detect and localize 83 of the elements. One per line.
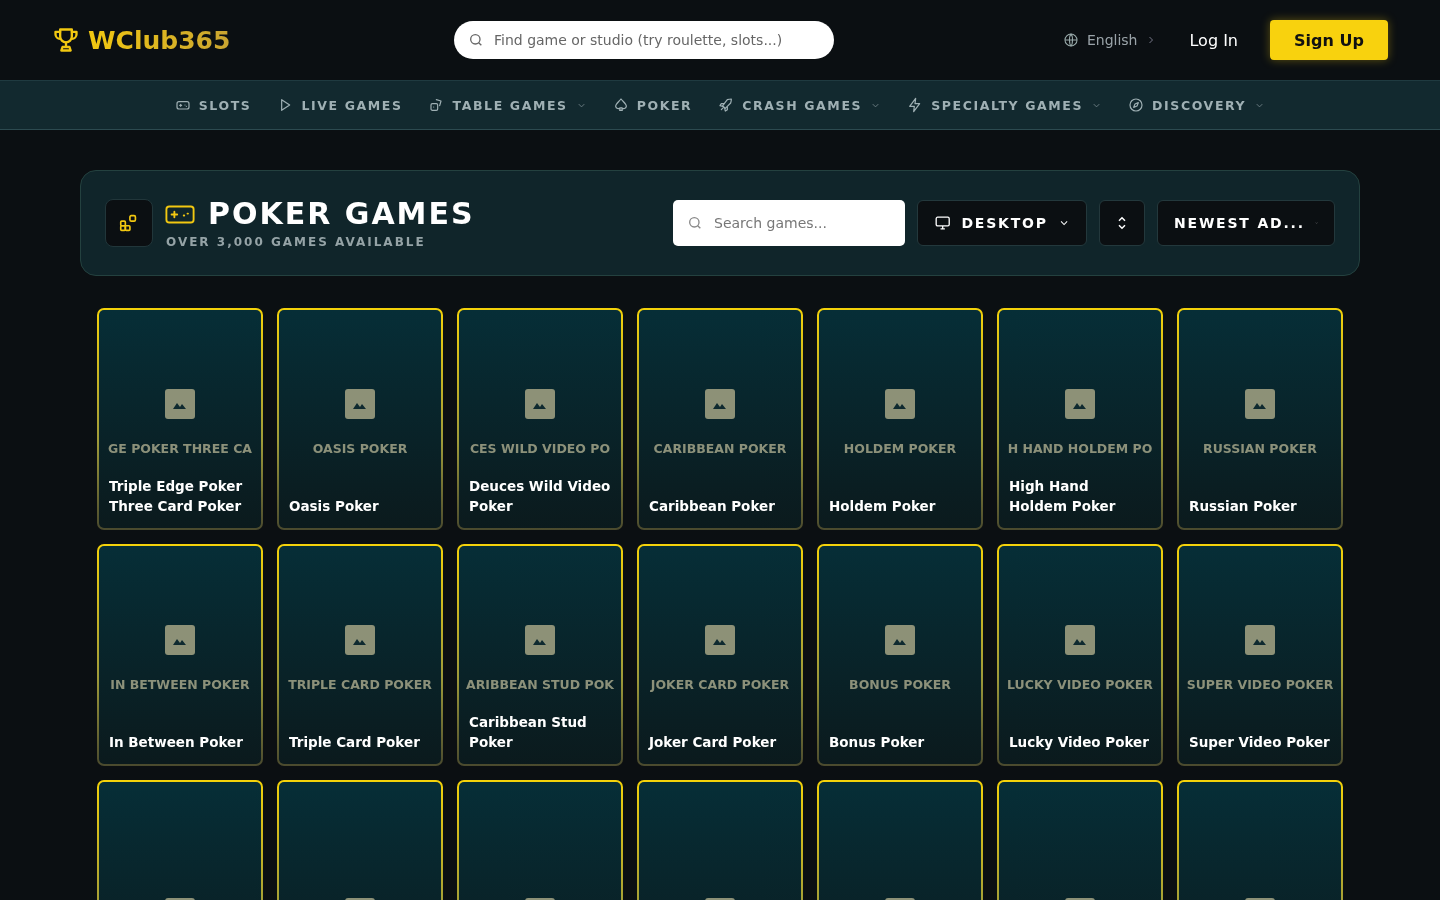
game-card[interactable]: CES WILD VIDEO PO Deuces Wild Video Poker xyxy=(457,308,623,530)
image-placeholder-icon xyxy=(1245,389,1275,419)
search-icon xyxy=(468,32,484,48)
game-card[interactable]: H HAND HOLDEM PO High Hand Holdem Poker xyxy=(997,308,1163,530)
nav-item[interactable]: POKER xyxy=(612,97,693,113)
game-card[interactable]: RUSSIAN POKER Russian Poker xyxy=(1177,308,1343,530)
nav-item[interactable]: LIVE GAMES xyxy=(277,97,403,113)
image-placeholder-icon xyxy=(345,625,375,655)
sort-dropdown[interactable]: NEWEST AD... xyxy=(1157,200,1335,246)
page-title: POKER GAMES xyxy=(208,197,475,231)
game-card[interactable]: OASIS POKER Oasis Poker xyxy=(277,308,443,530)
game-title: Joker Card Poker xyxy=(647,733,778,752)
image-placeholder-icon xyxy=(165,389,195,419)
game-title: Russian Poker xyxy=(1188,497,1298,516)
game-title: Lucky Video Poker xyxy=(1008,733,1150,752)
game-card[interactable]: IN BETWEEN POKER In Between Poker xyxy=(97,544,263,766)
image-placeholder-icon xyxy=(525,625,555,655)
image-placeholder-icon xyxy=(345,389,375,419)
placeholder-label: OASIS POKER xyxy=(312,441,408,456)
spade-icon xyxy=(612,97,629,113)
placeholder-label: BONUS POKER xyxy=(849,677,951,692)
game-title: Bonus Poker xyxy=(828,733,926,752)
search-field[interactable]: Find game or studio (try roulette, slots...) xyxy=(454,21,834,59)
game-card[interactable]: JOKER CARD POKER Joker Card Poker xyxy=(637,544,803,766)
language-selector[interactable]: English xyxy=(1062,32,1158,48)
game-title: Caribbean Poker xyxy=(648,497,776,516)
game-card[interactable]: CARIBBEAN POKER Caribbean Poker xyxy=(637,308,803,530)
placeholder-label: ARIBBEAN STUD POK xyxy=(466,677,614,692)
game-title: Super Video Poker xyxy=(1188,733,1331,752)
placeholder-label: CARIBBEAN POKER xyxy=(653,441,787,456)
game-title: Deuces Wild Video Poker xyxy=(468,477,612,516)
placeholder-label: HOLDEM POKER xyxy=(843,441,957,456)
game-card[interactable]: GE POKER THREE CA Triple Edge Poker Three Card Poker xyxy=(97,308,263,530)
game-title: High Hand Holdem Poker xyxy=(1008,477,1117,516)
image-placeholder-icon xyxy=(1065,625,1095,655)
category-button[interactable] xyxy=(105,199,153,247)
game-title: In Between Poker xyxy=(108,733,244,752)
trophy-icon xyxy=(52,26,80,54)
nav-item[interactable]: DISCOVERY xyxy=(1128,97,1266,113)
signup-button[interactable]: Sign Up xyxy=(1270,20,1388,60)
game-card[interactable]: ARIBBEAN STUD POK Caribbean Stud Poker xyxy=(457,544,623,766)
image-placeholder-icon xyxy=(1245,625,1275,655)
game-card[interactable]: SUPER VIDEO POKER Super Video Poker xyxy=(1177,544,1343,766)
search-icon xyxy=(687,215,703,231)
globe-icon xyxy=(1062,32,1079,48)
placeholder-label: GE POKER THREE CA xyxy=(108,441,252,456)
placeholder-label: TRIPLE CARD POKER xyxy=(288,677,432,692)
game-title: Triple Edge Poker Three Card Poker xyxy=(108,477,244,516)
device-dropdown[interactable]: DESKTOP xyxy=(917,200,1087,246)
image-placeholder-icon xyxy=(705,625,735,655)
site-logo[interactable]: WClub365 xyxy=(52,25,454,55)
game-title: Holdem Poker xyxy=(828,497,937,516)
nav-item[interactable]: CRASH GAMES xyxy=(718,97,882,113)
game-card[interactable]: TRIPLE CARD POKER Triple Card Poker xyxy=(277,544,443,766)
placeholder-label: LUCKY VIDEO POKER xyxy=(1007,677,1153,692)
gamepad-icon xyxy=(165,204,195,224)
placeholder-label: CES WILD VIDEO PO xyxy=(469,441,611,456)
image-placeholder-icon xyxy=(705,389,735,419)
nav-item[interactable]: SPECIALTY GAMES xyxy=(907,97,1103,113)
game-title: Oasis Poker xyxy=(288,497,380,516)
placeholder-label: RUSSIAN POKER xyxy=(1203,441,1317,456)
game-card[interactable]: BONUS POKER Bonus Poker xyxy=(817,544,983,766)
image-placeholder-icon xyxy=(165,625,195,655)
compass-icon xyxy=(1128,97,1145,113)
game-card[interactable]: LUCKY VIDEO POKER Lucky Video Poker xyxy=(997,544,1163,766)
placeholder-label: JOKER CARD POKER xyxy=(650,677,790,692)
image-placeholder-icon xyxy=(885,389,915,419)
nav-item[interactable]: SLOTS xyxy=(174,97,252,113)
image-placeholder-icon xyxy=(525,389,555,419)
placeholder-label: H HAND HOLDEM PO xyxy=(1007,441,1153,456)
login-button[interactable]: Log In xyxy=(1189,30,1238,50)
game-search-field[interactable]: Search games... xyxy=(673,200,905,246)
rocket-icon xyxy=(718,97,735,113)
nav-item[interactable]: TABLE GAMES xyxy=(428,97,587,113)
placeholder-label: SUPER VIDEO POKER xyxy=(1186,677,1334,692)
game-card[interactable]: HOLDEM POKER Holdem Poker xyxy=(817,308,983,530)
game-title: Triple Card Poker xyxy=(288,733,421,752)
dice-icon xyxy=(428,97,445,113)
image-placeholder-icon xyxy=(885,625,915,655)
game-title: Caribbean Stud Poker xyxy=(468,713,588,752)
image-placeholder-icon xyxy=(1065,389,1095,419)
placeholder-label: IN BETWEEN POKER xyxy=(110,677,250,692)
games-count-subtitle: OVER 3,000 GAMES AVAILABLE xyxy=(165,235,427,249)
